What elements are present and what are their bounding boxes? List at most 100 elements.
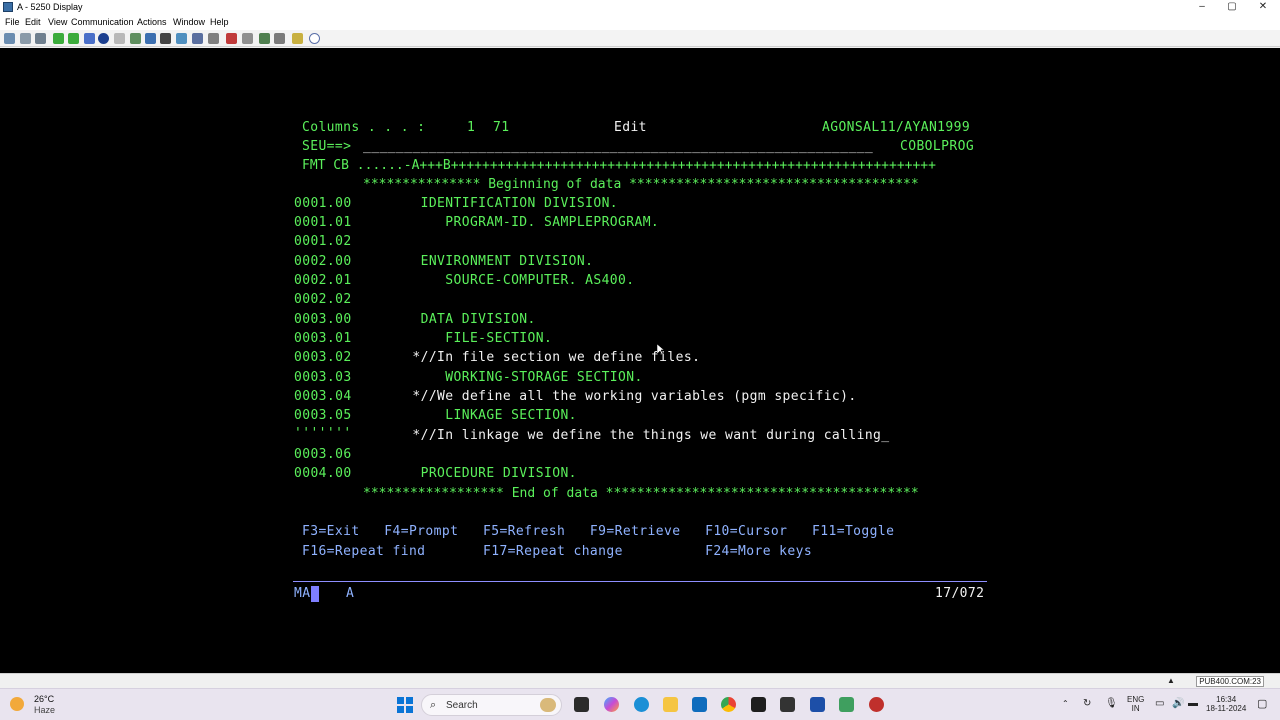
hotspots-icon[interactable] <box>208 33 219 44</box>
menu-edit[interactable]: Edit <box>25 17 41 27</box>
source-line[interactable]: ENVIRONMENT DIVISION. <box>363 252 593 271</box>
search-icon: ⌕ <box>430 699 437 711</box>
keyboard-icon[interactable] <box>160 33 171 44</box>
clock-time: 16:34 <box>1216 695 1237 704</box>
source-line[interactable]: FILE-SECTION. <box>363 329 552 348</box>
seq-number[interactable]: 0003.03 <box>294 368 352 387</box>
ibm-i-access-icon[interactable] <box>810 697 825 712</box>
task-view-icon[interactable] <box>574 697 589 712</box>
menu-window[interactable]: Window <box>173 17 205 27</box>
menu-help[interactable]: Help <box>210 17 229 27</box>
source-line[interactable]: IDENTIFICATION DIVISION. <box>363 194 618 213</box>
notifications-icon[interactable]: ▢ <box>1257 697 1267 710</box>
maximize-button[interactable]: ▢ <box>1222 1 1242 13</box>
close-button[interactable]: ✕ <box>1253 1 1273 13</box>
seq-number[interactable]: 0003.01 <box>294 329 352 348</box>
source-line[interactable]: WORKING-STORAGE SECTION. <box>363 368 643 387</box>
macro-icon[interactable] <box>114 33 125 44</box>
columns-to: 71 <box>493 120 510 135</box>
trace-icon[interactable] <box>226 33 237 44</box>
volume-icon[interactable]: 🔊 <box>1172 698 1184 709</box>
source-line[interactable]: PROCEDURE DIVISION. <box>363 464 577 483</box>
record-icon[interactable] <box>84 33 95 44</box>
script-icon[interactable] <box>292 33 303 44</box>
seu-command-input[interactable]: ________________________________________… <box>363 137 873 156</box>
minimize-button[interactable]: – <box>1192 1 1212 13</box>
playback-icon[interactable] <box>98 33 109 44</box>
file-explorer-icon[interactable] <box>663 697 678 712</box>
tray-overflow-icon[interactable]: ⌃ <box>1062 699 1069 708</box>
window-title: A - 5250 Display <box>17 2 83 12</box>
sheet-app-icon[interactable] <box>839 697 854 712</box>
microphone-icon[interactable]: 🎙 <box>1105 698 1118 709</box>
mouse-icon[interactable] <box>176 33 187 44</box>
seq-number[interactable]: 0003.06 <box>294 445 352 464</box>
pycharm-icon[interactable] <box>751 697 766 712</box>
menu-file[interactable]: File <box>5 17 20 27</box>
notes-icon[interactable] <box>274 33 285 44</box>
comment-line-insert[interactable]: *//In linkage we define the things we wa… <box>363 426 890 445</box>
session-status: PUB400.COM:23 <box>1196 676 1264 687</box>
seq-number[interactable]: 0002.00 <box>294 252 352 271</box>
recorder-app-icon[interactable] <box>869 697 884 712</box>
status-icon[interactable] <box>242 33 253 44</box>
end-data-marker: ****************** End of data *********… <box>363 486 919 501</box>
sync-icon[interactable]: ↻ <box>1083 698 1091 709</box>
network-icon[interactable]: ▭ <box>1155 698 1164 709</box>
seq-number[interactable]: 0002.02 <box>294 290 352 309</box>
seu-prompt: SEU==> <box>302 139 352 154</box>
options-icon[interactable] <box>130 33 141 44</box>
language-indicator[interactable]: ENG IN <box>1127 695 1144 713</box>
source-line[interactable]: LINKAGE SECTION. <box>363 406 577 425</box>
seq-number[interactable]: 0004.00 <box>294 464 352 483</box>
menu-communication[interactable]: Communication <box>71 17 134 27</box>
source-line[interactable]: DATA DIVISION. <box>363 310 536 329</box>
log-icon[interactable] <box>259 33 270 44</box>
terminal-app-icon[interactable] <box>780 697 795 712</box>
menu-actions[interactable]: Actions <box>137 17 167 27</box>
scroll-up-icon[interactable]: ▲ <box>1167 676 1175 685</box>
taskbar-search[interactable]: ⌕ Search <box>421 694 562 716</box>
help-icon[interactable] <box>309 33 320 44</box>
text-cursor <box>311 586 319 602</box>
seq-number[interactable]: 0001.00 <box>294 194 352 213</box>
outlook-icon[interactable] <box>692 697 707 712</box>
seq-number[interactable]: 0003.05 <box>294 406 352 425</box>
comment-line[interactable]: *//In file section we define files. <box>363 348 700 367</box>
cursor-position: 17/072 <box>935 586 985 601</box>
mouse-pointer-icon <box>657 344 665 356</box>
popup-icon[interactable] <box>192 33 203 44</box>
seq-number[interactable]: 0003.00 <box>294 310 352 329</box>
insert-line-marker[interactable]: ''''''' <box>294 424 352 443</box>
send-icon[interactable] <box>53 33 64 44</box>
copilot-icon[interactable] <box>604 697 619 712</box>
battery-icon[interactable]: ▬ <box>1188 698 1198 709</box>
fmt-ruler: FMT CB ......-A+++B+++++++++++++++++++++… <box>302 158 936 173</box>
terminal-screen[interactable]: Columns . . . : 1 71 Edit AGONSAL11/AYAN… <box>0 48 1280 673</box>
seq-number[interactable]: 0003.04 <box>294 387 352 406</box>
clock[interactable]: 16:34 18-11-2024 <box>1206 695 1246 713</box>
comment-line[interactable]: *//We define all the working variables (… <box>363 387 857 406</box>
receive-icon[interactable] <box>68 33 79 44</box>
region-code: IN <box>1131 704 1140 713</box>
edge-icon[interactable] <box>634 697 649 712</box>
seq-number[interactable]: 0003.02 <box>294 348 352 367</box>
print-icon[interactable] <box>35 33 46 44</box>
copy-icon[interactable] <box>4 33 15 44</box>
menu-view[interactable]: View <box>48 17 67 27</box>
menu-bar: File Edit View Communication Actions Win… <box>0 15 1280 30</box>
source-line[interactable]: PROGRAM-ID. SAMPLEPROGRAM. <box>363 213 659 232</box>
oia-divider <box>293 581 987 582</box>
seq-number[interactable]: 0001.01 <box>294 213 352 232</box>
columns-from: 1 <box>467 120 476 135</box>
seq-number[interactable]: 0001.02 <box>294 232 352 251</box>
source-line[interactable]: SOURCE-COMPUTER. AS400. <box>363 271 634 290</box>
chrome-icon[interactable] <box>721 697 736 712</box>
paste-icon[interactable] <box>20 33 31 44</box>
library-member: AGONSAL11/AYAN1999 <box>822 120 971 135</box>
function-keys-row2: F16=Repeat find F17=Repeat change F24=Mo… <box>302 544 813 559</box>
windows-start-icon[interactable] <box>397 697 413 713</box>
color-icon[interactable] <box>145 33 156 44</box>
search-highlight-icon <box>540 698 556 712</box>
seq-number[interactable]: 0002.01 <box>294 271 352 290</box>
